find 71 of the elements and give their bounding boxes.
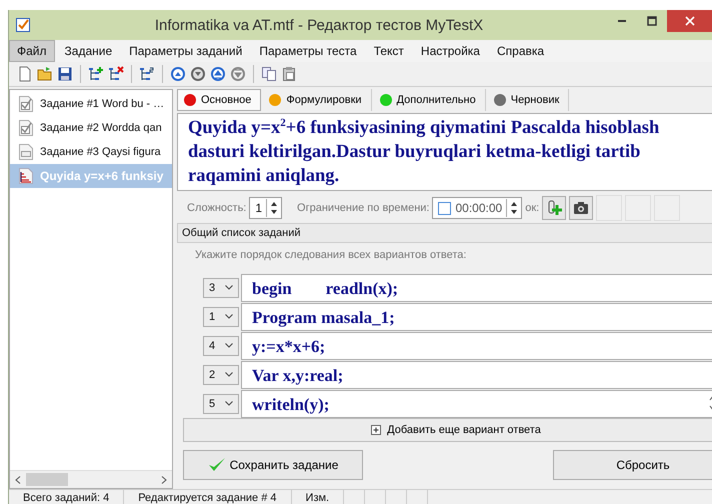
plus-icon <box>371 425 382 435</box>
order-select[interactable]: 3 <box>203 278 239 298</box>
delete-task-icon[interactable] <box>108 66 124 82</box>
move-up-icon[interactable] <box>170 66 186 82</box>
question-text[interactable]: Quyida y=x$^{2}$+6 funksiyasining qiymatini Pascalda hisoblash dasturi keltirilgan.Dastur buyruqlari ketma-ketligi tartib raqamini aniqlang. <box>177 113 712 191</box>
paperclip-plus-icon <box>546 200 562 216</box>
app-icon <box>15 17 31 33</box>
caret-icon <box>225 372 233 377</box>
menu-item[interactable]: Параметры заданий <box>122 41 250 61</box>
caret-icon <box>225 401 233 406</box>
close-icon <box>685 16 695 26</box>
add-task-icon[interactable] <box>88 66 104 82</box>
answer-field[interactable]: begin readln(x); <box>241 274 712 302</box>
order-select[interactable]: 2 <box>203 364 239 384</box>
menu-item[interactable]: Текст <box>366 41 411 61</box>
status-text: Редактируется задание # 4 <box>124 490 292 504</box>
form-task-icon <box>18 143 34 161</box>
new-file-icon[interactable] <box>17 66 33 82</box>
time-limit-field[interactable]: 00:00:00 <box>432 197 522 219</box>
order-select[interactable]: 4 <box>203 336 239 356</box>
tree-icon[interactable] <box>139 66 155 82</box>
move-bottom-icon[interactable] <box>230 66 246 82</box>
tab[interactable]: Основное <box>177 89 262 111</box>
maximize-icon <box>647 16 657 26</box>
task-item[interactable]: Задание #2 Wordda qan <box>10 116 172 140</box>
move-top-icon[interactable] <box>210 66 226 82</box>
copy-icon[interactable] <box>261 66 277 82</box>
list-type-dropdown[interactable]: Общий список заданий <box>177 223 712 243</box>
add-answer-button[interactable]: Добавить еще вариант ответа <box>183 418 712 442</box>
horizontal-scrollbar[interactable] <box>10 470 172 488</box>
menu-item[interactable]: Справка <box>490 41 552 61</box>
menu-item[interactable]: Задание <box>58 41 120 61</box>
scroll-right-icon[interactable] <box>161 476 167 484</box>
menu-item[interactable]: Настройка <box>414 41 487 61</box>
picture-label: ок: <box>525 202 540 214</box>
camera-icon <box>573 200 590 216</box>
answer-field[interactable]: writeln(y); <box>241 390 712 418</box>
answer-field[interactable]: Var x,y:real; <box>241 360 712 388</box>
task-item[interactable]: Задание #3 Qaysi figura <box>10 140 172 164</box>
close-button[interactable] <box>667 10 712 32</box>
ordering-task-icon <box>18 167 34 185</box>
answer-field[interactable]: Program masala_1; <box>241 302 712 330</box>
order-select[interactable]: 5 <box>203 394 239 414</box>
status-text: Всего заданий: 4 <box>9 490 124 504</box>
caret-icon <box>225 285 233 290</box>
minimize-icon <box>618 20 626 22</box>
time-limit-label: Ограничение по времени: <box>297 202 430 214</box>
task-item[interactable]: Задание #1 Word bu - … <box>10 92 172 116</box>
status-text: Изм. <box>292 490 344 504</box>
camera-button[interactable] <box>569 196 594 220</box>
caret-icon <box>225 314 233 319</box>
save-icon[interactable] <box>57 66 73 82</box>
difficulty-spinner[interactable]: 1 <box>249 197 282 219</box>
checkbox-task-icon <box>18 119 34 137</box>
paste-icon[interactable] <box>281 66 297 82</box>
menu-item[interactable]: Параметры теста <box>252 41 364 61</box>
folder-icon[interactable] <box>37 66 53 82</box>
save-task-button[interactable]: Сохранить задание <box>183 450 363 480</box>
caret-icon <box>225 343 233 348</box>
menu-item[interactable]: Файл <box>9 40 55 62</box>
checkmark-icon <box>208 457 226 473</box>
order-select[interactable]: 1 <box>203 306 239 326</box>
instruction-text: Укажите порядок следования всех вариантов ответа: <box>194 248 468 263</box>
checkbox-task-icon <box>18 95 34 113</box>
add-picture-button[interactable] <box>542 196 566 220</box>
scroll-left-icon[interactable] <box>15 476 21 484</box>
reset-button[interactable]: Сбросить <box>553 450 712 480</box>
difficulty-label: Сложность: <box>187 202 246 214</box>
answer-field[interactable]: y:=x*x+6; <box>241 332 712 360</box>
move-down-icon[interactable] <box>190 66 206 82</box>
window-title: Informatika va AT.mtf - Редактор тестов MyTestX <box>154 16 484 34</box>
